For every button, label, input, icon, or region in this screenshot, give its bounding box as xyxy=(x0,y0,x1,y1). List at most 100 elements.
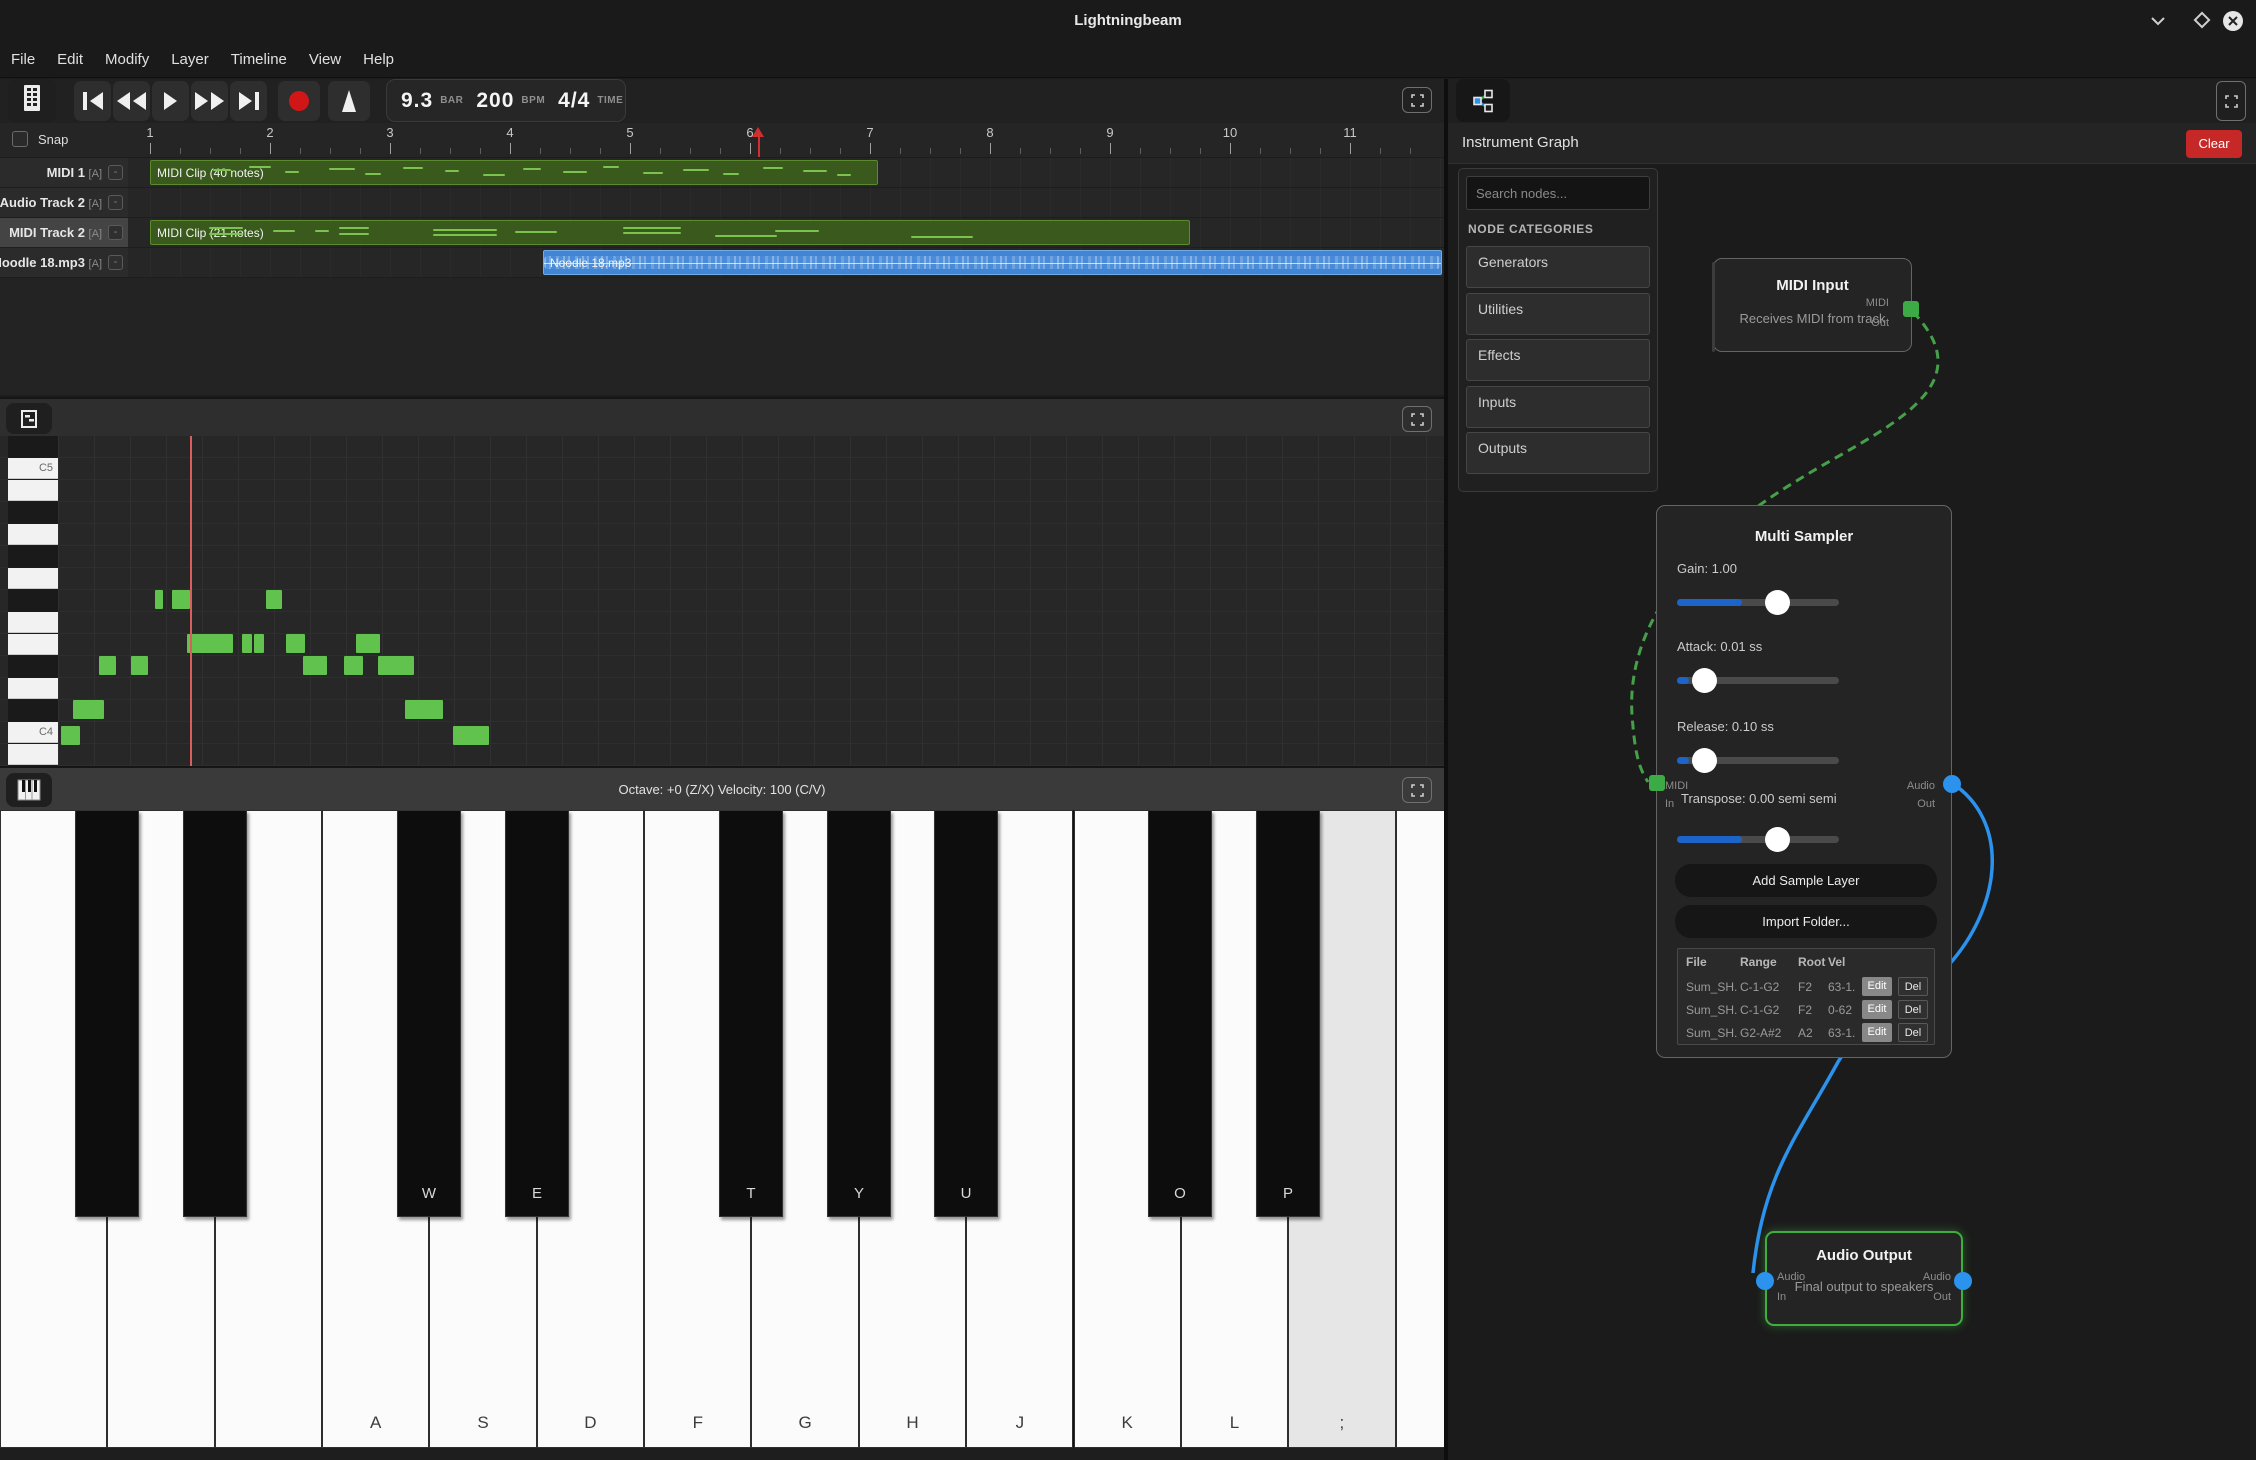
skip-to-end-button[interactable] xyxy=(230,81,267,121)
midi-note[interactable] xyxy=(356,634,380,653)
transpose-slider-knob[interactable] xyxy=(1765,827,1790,852)
film-timeline-button[interactable] xyxy=(8,79,56,122)
midi-note[interactable] xyxy=(61,726,80,745)
track-checkbox[interactable]: - xyxy=(108,195,123,210)
white-key[interactable] xyxy=(1396,810,1444,1448)
minimize-icon[interactable] xyxy=(2146,8,2170,37)
track-lane[interactable]: MIDI Clip (21 notes) xyxy=(128,218,1444,247)
search-input[interactable] xyxy=(1466,176,1650,210)
track-checkbox[interactable]: - xyxy=(108,225,123,240)
edit-sample-button[interactable]: Edit xyxy=(1862,1023,1892,1042)
graph-expand-button[interactable] xyxy=(2216,81,2246,121)
edit-sample-button[interactable]: Edit xyxy=(1862,977,1892,996)
delete-sample-button[interactable]: Del xyxy=(1898,977,1928,996)
mini-white-key[interactable] xyxy=(8,524,58,545)
category-button-inputs[interactable]: Inputs xyxy=(1466,386,1650,428)
midi-note[interactable] xyxy=(344,656,363,675)
piano-roll-key-column[interactable]: C5C4 xyxy=(8,436,58,766)
menu-item-file[interactable]: File xyxy=(0,44,46,75)
edit-sample-button[interactable]: Edit xyxy=(1862,1000,1892,1019)
keyboard-expand-button[interactable] xyxy=(1402,777,1432,803)
midi-note[interactable] xyxy=(254,634,264,653)
mini-black-key[interactable] xyxy=(8,436,58,457)
midi-note[interactable] xyxy=(453,726,489,745)
audio-out-port[interactable] xyxy=(1954,1272,1972,1290)
midi-note[interactable] xyxy=(242,634,252,653)
attack-slider-knob[interactable] xyxy=(1692,668,1717,693)
menu-item-timeline[interactable]: Timeline xyxy=(220,44,298,75)
track-checkbox[interactable]: - xyxy=(108,165,123,180)
transpose-slider[interactable] xyxy=(1677,836,1839,843)
midi-note[interactable] xyxy=(155,590,163,609)
piano-roll-grid[interactable] xyxy=(0,436,1444,766)
mini-black-key[interactable] xyxy=(8,656,58,677)
midi-in-port[interactable] xyxy=(1649,775,1665,791)
audio-in-port[interactable] xyxy=(1756,1272,1774,1290)
midi-note[interactable] xyxy=(187,634,233,653)
menu-item-help[interactable]: Help xyxy=(352,44,405,75)
menu-item-layer[interactable]: Layer xyxy=(160,44,220,75)
menu-item-edit[interactable]: Edit xyxy=(46,44,94,75)
mini-white-key[interactable] xyxy=(8,612,58,633)
mini-white-key[interactable] xyxy=(8,744,58,765)
mini-black-key[interactable] xyxy=(8,546,58,567)
midi-clip[interactable]: MIDI Clip (21 notes) xyxy=(150,220,1190,245)
palette-scrollbar[interactable] xyxy=(1712,262,1715,352)
midi-note[interactable] xyxy=(303,656,327,675)
maximize-icon[interactable] xyxy=(2190,8,2214,37)
black-key[interactable]: W xyxy=(397,810,461,1217)
black-key[interactable] xyxy=(183,810,247,1217)
node-graph-mode-button[interactable] xyxy=(1456,79,1510,122)
delete-sample-button[interactable]: Del xyxy=(1898,1023,1928,1042)
release-slider-knob[interactable] xyxy=(1692,748,1717,773)
black-key[interactable]: T xyxy=(719,810,783,1217)
midi-note[interactable] xyxy=(99,656,116,675)
midi-note[interactable] xyxy=(405,700,443,719)
piano-roll-mode-button[interactable] xyxy=(6,403,52,434)
release-slider[interactable] xyxy=(1677,757,1839,764)
audio-clip[interactable]: Noodle 18.mp3 xyxy=(543,250,1442,275)
audio-out-port[interactable] xyxy=(1943,775,1961,793)
midi-note[interactable] xyxy=(286,634,305,653)
record-button[interactable] xyxy=(278,81,320,121)
track-lane[interactable]: MIDI Clip (40 notes) xyxy=(128,158,1444,187)
black-key[interactable]: P xyxy=(1256,810,1320,1217)
midi-out-port[interactable] xyxy=(1903,301,1919,317)
category-button-effects[interactable]: Effects xyxy=(1466,339,1650,381)
gain-slider-knob[interactable] xyxy=(1765,590,1790,615)
node-multi-sampler[interactable]: Multi Sampler Gain: 1.00 Attack: 0.01 ss… xyxy=(1656,505,1952,1058)
delete-sample-button[interactable]: Del xyxy=(1898,1000,1928,1019)
keyboard-scrollbar[interactable] xyxy=(0,1448,1444,1460)
black-key[interactable]: O xyxy=(1148,810,1212,1217)
track-header-3[interactable]: MIDI Track 2 [A]- xyxy=(0,218,128,247)
black-key[interactable]: Y xyxy=(827,810,891,1217)
midi-note[interactable] xyxy=(172,590,190,609)
node-midi-input[interactable]: MIDI Input Receives MIDI from track MIDI… xyxy=(1713,258,1912,352)
category-button-generators[interactable]: Generators xyxy=(1466,246,1650,288)
mini-white-key[interactable] xyxy=(8,678,58,699)
midi-note[interactable] xyxy=(73,700,104,719)
bpm-value[interactable]: 200 xyxy=(476,89,514,113)
mini-black-key[interactable] xyxy=(8,502,58,523)
mini-white-key[interactable] xyxy=(8,634,58,655)
metronome-button[interactable] xyxy=(328,81,370,121)
mini-white-key[interactable] xyxy=(8,480,58,501)
mini-black-key[interactable] xyxy=(8,700,58,721)
timeline-expand-button[interactable] xyxy=(1402,87,1432,113)
skip-to-start-button[interactable] xyxy=(74,81,111,121)
attack-slider[interactable] xyxy=(1677,677,1839,684)
time-signature-value[interactable]: 4/4 xyxy=(558,89,590,113)
add-sample-layer-button[interactable]: Add Sample Layer xyxy=(1675,864,1937,897)
track-checkbox[interactable]: - xyxy=(108,255,123,270)
timeline-ruler[interactable]: Snap 1234567891011 xyxy=(0,123,1444,158)
midi-note[interactable] xyxy=(131,656,148,675)
midi-note[interactable] xyxy=(378,656,414,675)
track-header-1[interactable]: MIDI 1 [A]- xyxy=(0,158,128,187)
playhead-marker[interactable] xyxy=(752,127,765,157)
play-button[interactable] xyxy=(152,81,189,121)
category-button-outputs[interactable]: Outputs xyxy=(1466,432,1650,474)
black-key[interactable]: E xyxy=(505,810,569,1217)
category-button-utilities[interactable]: Utilities xyxy=(1466,293,1650,335)
gain-slider[interactable] xyxy=(1677,599,1839,606)
mini-white-key[interactable]: C5 xyxy=(8,458,58,479)
